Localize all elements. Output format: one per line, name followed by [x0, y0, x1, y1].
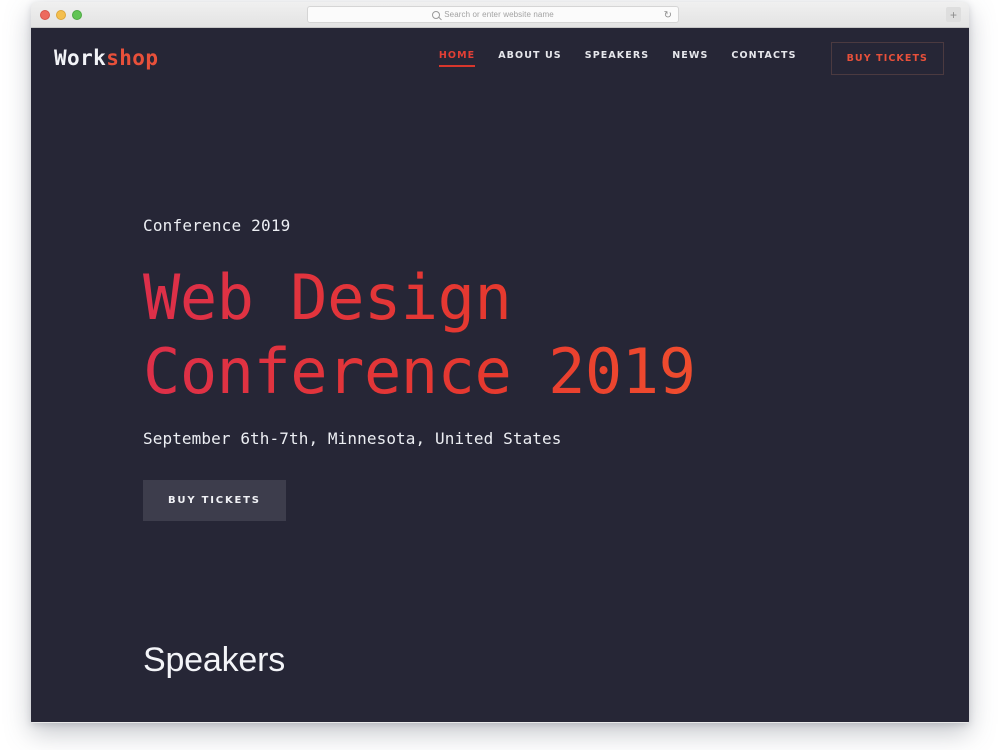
- maximize-window-button[interactable]: [72, 10, 82, 20]
- hero-section: Conference 2019 Web Design Conference 20…: [31, 88, 969, 521]
- page-viewport: Workshop HOME ABOUT US SPEAKERS NEWS CON…: [31, 28, 969, 722]
- nav-item-home[interactable]: HOME: [438, 50, 476, 67]
- speakers-heading: Speakers: [143, 641, 286, 679]
- site-logo[interactable]: Workshop: [54, 46, 158, 70]
- screenshot-canvas: Search or enter website name ↻ + Worksho…: [0, 0, 1000, 750]
- hero-eyebrow: Conference 2019: [143, 216, 291, 235]
- hero-buy-tickets-button[interactable]: BUY TICKETS: [143, 480, 286, 521]
- nav-item-speakers[interactable]: SPEAKERS: [585, 50, 649, 67]
- address-bar[interactable]: Search or enter website name ↻: [307, 6, 679, 23]
- hero-subtitle: September 6th-7th, Minnesota, United Sta…: [143, 429, 562, 448]
- search-icon: [432, 10, 441, 19]
- address-input-placeholder[interactable]: Search or enter website name: [444, 10, 554, 19]
- minimize-window-button[interactable]: [56, 10, 66, 20]
- speakers-section: Speakers: [31, 521, 969, 680]
- nav-buy-tickets-button[interactable]: BUY TICKETS: [830, 41, 944, 75]
- window-controls: [40, 10, 82, 20]
- site-header: Workshop HOME ABOUT US SPEAKERS NEWS CON…: [31, 28, 969, 88]
- browser-toolbar: Search or enter website name ↻ +: [31, 2, 969, 28]
- logo-text-accent: shop: [106, 46, 159, 70]
- nav-item-news[interactable]: NEWS: [672, 50, 708, 67]
- reload-icon[interactable]: ↻: [664, 10, 672, 21]
- main-navigation: HOME ABOUT US SPEAKERS NEWS CONTACTS BUY…: [438, 41, 944, 75]
- logo-text-primary: Work: [54, 46, 107, 70]
- nav-item-about-us[interactable]: ABOUT US: [498, 50, 562, 67]
- hero-title: Web Design Conference 2019: [143, 261, 969, 409]
- address-bar-content: Search or enter website name: [432, 10, 554, 19]
- nav-item-contacts[interactable]: CONTACTS: [731, 50, 796, 67]
- new-tab-button[interactable]: +: [946, 7, 961, 22]
- close-window-button[interactable]: [40, 10, 50, 20]
- browser-window: Search or enter website name ↻ + Worksho…: [31, 2, 969, 723]
